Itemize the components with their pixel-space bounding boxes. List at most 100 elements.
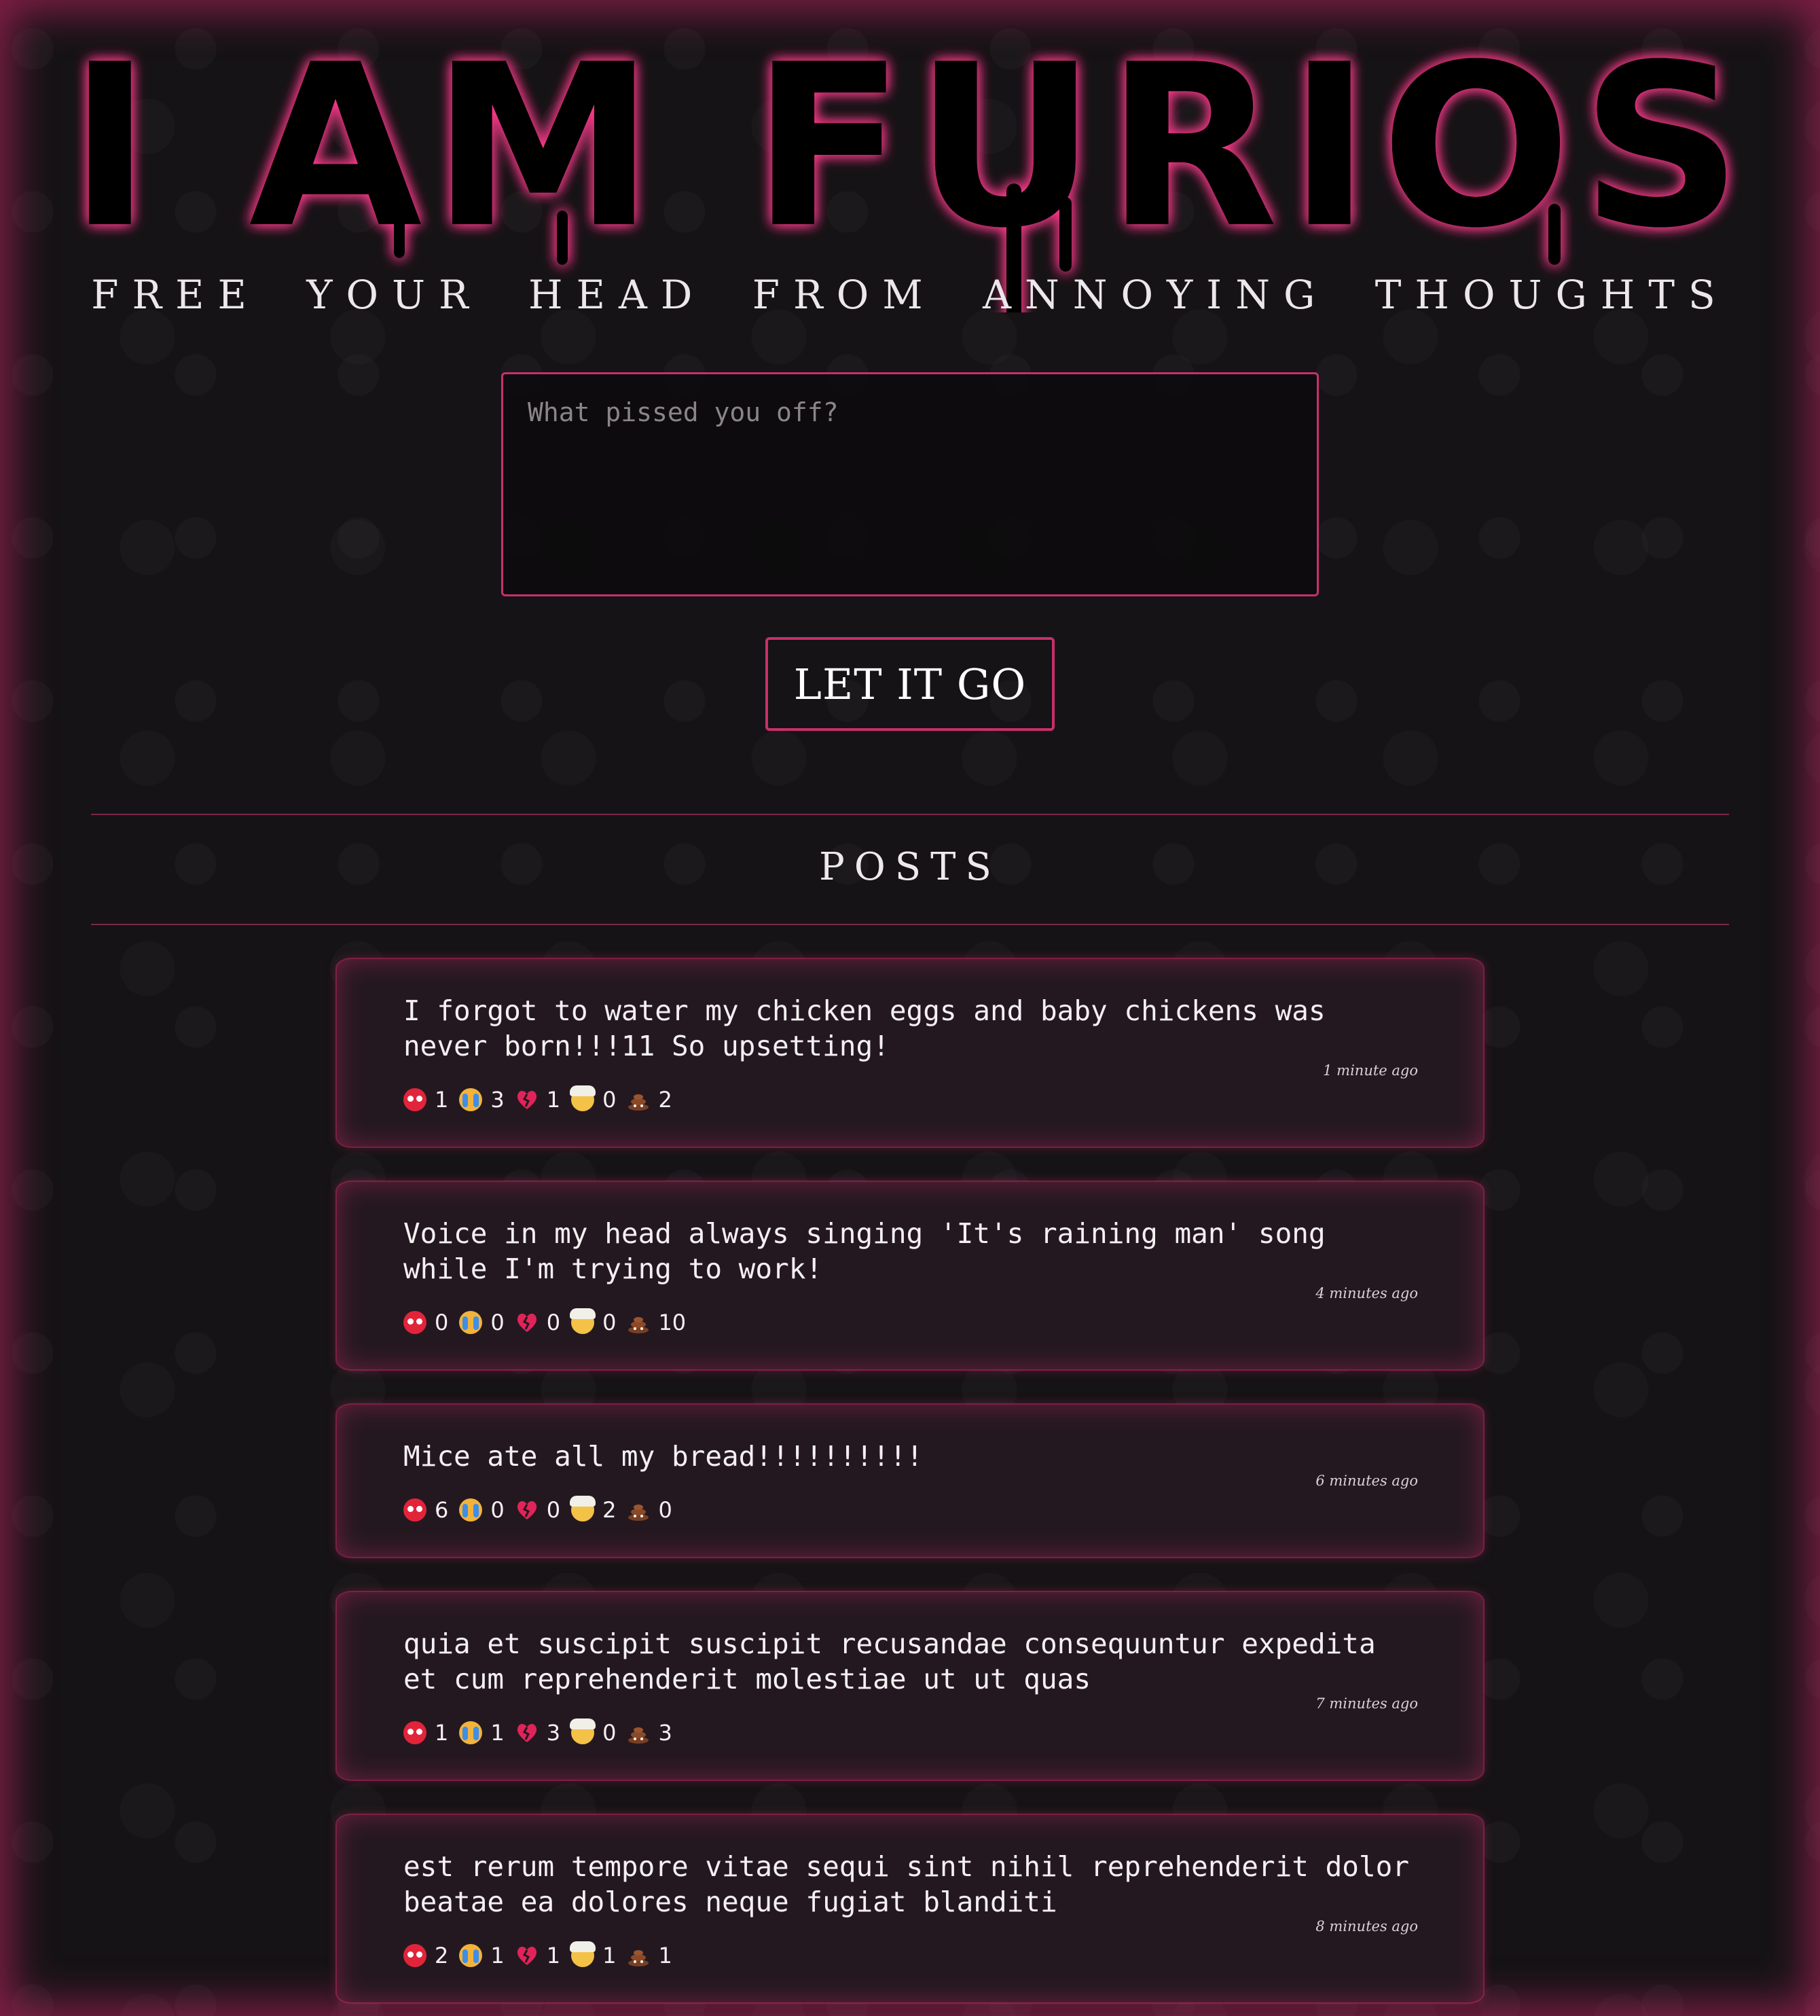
exploding-head-icon (570, 1941, 596, 1967)
reaction-crying[interactable]: 3 (459, 1087, 505, 1113)
exploding-head-icon (570, 1496, 596, 1522)
poop-icon (627, 1944, 650, 1967)
crying-face-icon (459, 1944, 483, 1967)
reaction-poop[interactable]: 1 (627, 1943, 672, 1968)
divider (91, 924, 1729, 925)
complaint-input[interactable] (501, 372, 1319, 596)
angry-face-icon (403, 1498, 426, 1522)
reaction-count: 1 (435, 1720, 449, 1746)
angry-face-icon (403, 1721, 426, 1744)
post-timestamp: 6 minutes ago (1315, 1473, 1418, 1489)
poop-icon (627, 1311, 650, 1334)
reaction-count: 1 (602, 1943, 617, 1968)
reaction-count: 1 (490, 1943, 505, 1968)
reaction-count: 1 (435, 1087, 449, 1113)
reactions-bar: 2 1 1 1 1 (403, 1941, 683, 1968)
post-card: I forgot to water my chicken eggs and ba… (337, 959, 1483, 1147)
reaction-poop[interactable]: 3 (627, 1720, 672, 1746)
reactions-bar: 6 0 0 2 0 (403, 1496, 683, 1523)
logo-text: I AM FURIOS (69, 27, 1752, 277)
reaction-count: 0 (546, 1310, 561, 1335)
reaction-angry[interactable]: 0 (403, 1310, 448, 1335)
reaction-count: 1 (546, 1943, 561, 1968)
tagline: FREE YOUR HEAD FROM ANNOYING THOUGHTS (91, 272, 1729, 318)
reaction-count: 1 (546, 1087, 561, 1113)
reaction-count: 1 (490, 1720, 505, 1746)
reaction-heart[interactable]: 1 (515, 1087, 560, 1113)
reaction-count: 3 (658, 1720, 672, 1746)
reaction-poop[interactable]: 2 (627, 1087, 672, 1113)
post-text: est rerum tempore vitae sequi sint nihil… (403, 1850, 1410, 1918)
reaction-count: 2 (658, 1087, 672, 1113)
reaction-angry[interactable]: 1 (403, 1087, 448, 1113)
reaction-exploding[interactable]: 1 (570, 1941, 617, 1968)
broken-heart-icon (515, 1088, 539, 1111)
reaction-angry[interactable]: 1 (403, 1720, 448, 1746)
exploding-head-icon (570, 1718, 596, 1744)
exploding-head-icon (570, 1085, 596, 1111)
broken-heart-icon (515, 1311, 539, 1334)
let-it-go-button[interactable]: LET IT GO (765, 637, 1055, 731)
reaction-crying[interactable]: 1 (459, 1943, 505, 1968)
post-card: est rerum tempore vitae sequi sint nihil… (337, 1815, 1483, 2002)
reaction-heart[interactable]: 1 (515, 1943, 560, 1968)
reaction-exploding[interactable]: 0 (570, 1718, 617, 1746)
post-text: quia et suscipit suscipit recusandae con… (403, 1627, 1376, 1695)
reactions-bar: 0 0 0 0 10 (403, 1308, 697, 1335)
broken-heart-icon (515, 1721, 539, 1744)
reaction-angry[interactable]: 2 (403, 1943, 448, 1968)
angry-face-icon (403, 1944, 426, 1967)
post-card: Mice ate all my bread!!!!!!!!!! 6 minutes… (337, 1405, 1483, 1557)
reactions-bar: 1 1 3 0 3 (403, 1718, 683, 1746)
reaction-count: 6 (435, 1497, 449, 1523)
reaction-exploding[interactable]: 0 (570, 1308, 617, 1335)
crying-face-icon (459, 1311, 483, 1334)
post-text: Mice ate all my bread!!!!!!!!!! (403, 1440, 924, 1473)
reaction-poop[interactable]: 0 (627, 1497, 672, 1523)
post-timestamp: 8 minutes ago (1315, 1918, 1418, 1934)
reaction-heart[interactable]: 0 (515, 1310, 560, 1335)
reaction-count: 0 (602, 1310, 617, 1335)
reaction-count: 3 (546, 1720, 561, 1746)
reaction-angry[interactable]: 6 (403, 1497, 448, 1523)
logo-graphic: I AM FURIOS (69, 16, 1752, 346)
reaction-crying[interactable]: 0 (459, 1310, 505, 1335)
exploding-head-icon (570, 1308, 596, 1334)
post-text: I forgot to water my chicken eggs and ba… (403, 994, 1326, 1062)
post-timestamp: 7 minutes ago (1315, 1695, 1418, 1712)
post-card: Voice in my head always singing 'It's ra… (337, 1182, 1483, 1369)
reaction-heart[interactable]: 0 (515, 1497, 560, 1523)
angry-face-icon (403, 1088, 426, 1111)
crying-face-icon (459, 1721, 483, 1744)
crying-face-icon (459, 1498, 483, 1522)
reaction-exploding[interactable]: 2 (570, 1496, 616, 1523)
reaction-count: 3 (490, 1087, 505, 1113)
reactions-bar: 1 3 1 0 2 (403, 1085, 683, 1113)
crying-face-icon (459, 1088, 483, 1111)
reaction-count: 0 (546, 1497, 561, 1523)
poop-icon (627, 1498, 650, 1522)
angry-face-icon (403, 1311, 426, 1334)
broken-heart-icon (515, 1498, 539, 1522)
reaction-crying[interactable]: 0 (459, 1497, 505, 1523)
post-card: quia et suscipit suscipit recusandae con… (337, 1592, 1483, 1780)
reaction-count: 0 (602, 1087, 617, 1113)
page: I AM FURIOS FREE YOUR HEAD FROM ANNOYING… (0, 0, 1820, 2016)
reaction-count: 2 (435, 1943, 449, 1968)
reaction-count: 10 (658, 1310, 687, 1335)
reaction-exploding[interactable]: 0 (570, 1085, 617, 1113)
reaction-count: 0 (658, 1497, 672, 1523)
broken-heart-icon (515, 1944, 539, 1967)
reaction-heart[interactable]: 3 (515, 1720, 560, 1746)
divider (91, 814, 1729, 815)
reaction-count: 0 (602, 1720, 617, 1746)
site-logo: I AM FURIOS (0, 16, 1820, 346)
reaction-crying[interactable]: 1 (459, 1720, 505, 1746)
post-timestamp: 4 minutes ago (1315, 1285, 1418, 1301)
poop-icon (627, 1088, 650, 1111)
reaction-count: 0 (435, 1310, 449, 1335)
poop-icon (627, 1721, 650, 1744)
posts-heading: POSTS (819, 845, 1001, 889)
reaction-poop[interactable]: 10 (627, 1310, 686, 1335)
reaction-count: 0 (490, 1310, 505, 1335)
